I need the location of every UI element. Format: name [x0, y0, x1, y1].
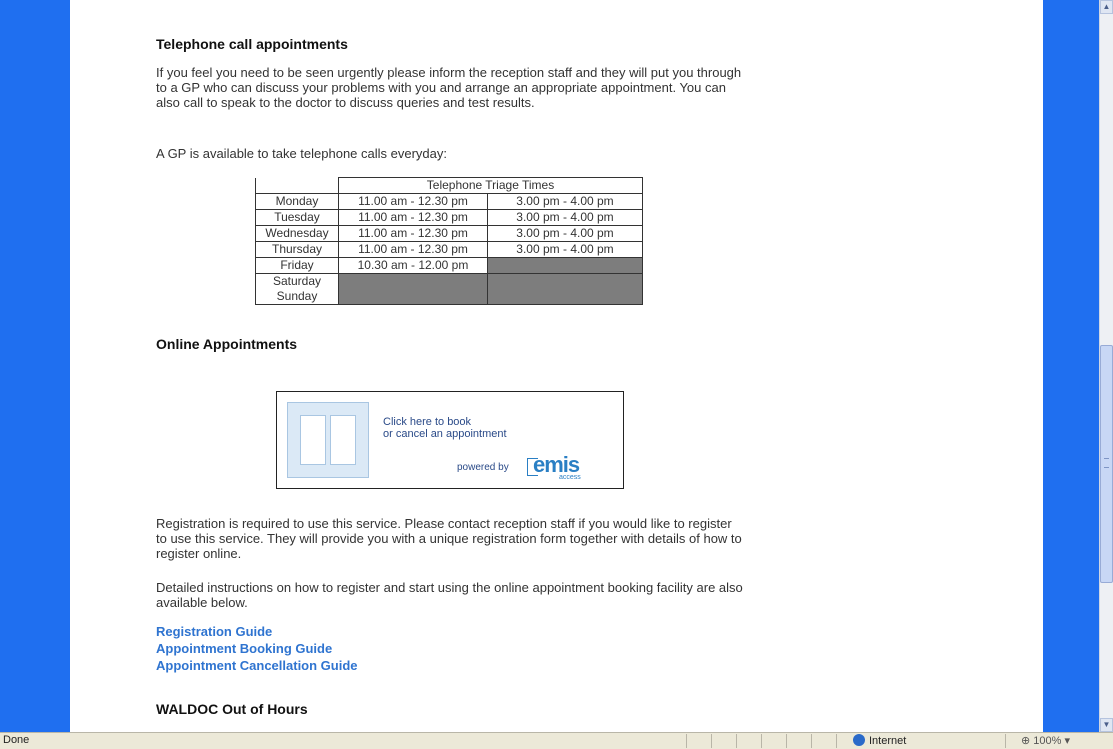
table-row-weekend: Saturday Sunday	[255, 273, 643, 305]
appointment-cancellation-guide-link[interactable]: Appointment Cancellation Guide	[156, 657, 358, 674]
globe-icon	[853, 734, 865, 746]
emis-logo-subtitle: access	[559, 474, 581, 481]
security-zone: Internet	[853, 734, 906, 747]
registration-guide-link[interactable]: Registration Guide	[156, 623, 272, 640]
pm-time-cell: 3.00 pm - 4.00 pm	[487, 225, 643, 242]
am-time-cell: 10.30 am - 12.00 pm	[338, 257, 488, 274]
table-row: Tuesday 11.00 am - 12.30 pm 3.00 pm - 4.…	[255, 209, 643, 226]
scroll-thumb[interactable]	[1100, 345, 1113, 583]
appointment-booking-guide-link[interactable]: Appointment Booking Guide	[156, 640, 332, 657]
table-row: Monday 11.00 am - 12.30 pm 3.00 pm - 4.0…	[255, 193, 643, 210]
day-cell: Thursday	[255, 241, 339, 258]
am-time-cell: 11.00 am - 12.30 pm	[338, 225, 488, 242]
table-row: Thursday 11.00 am - 12.30 pm 3.00 pm - 4…	[255, 241, 643, 258]
status-bar: Done Internet ⊕ 100% ▾	[0, 732, 1113, 749]
pm-time-cell-closed	[487, 257, 643, 274]
day-cell: Monday	[255, 193, 339, 210]
zoom-control[interactable]: ⊕ 100% ▾	[1021, 734, 1070, 747]
pm-time-cell: 3.00 pm - 4.00 pm	[487, 209, 643, 226]
scroll-down-arrow-icon[interactable]: ▼	[1100, 718, 1113, 732]
pm-time-cell: 3.00 pm - 4.00 pm	[487, 241, 643, 258]
telephone-appointments-heading: Telephone call appointments	[156, 36, 348, 52]
vertical-scrollbar[interactable]: ▲ ▼	[1099, 0, 1113, 732]
right-page-margin	[1043, 0, 1099, 732]
book-icon	[287, 402, 369, 478]
banner-text: Click here to book or cancel an appointm…	[383, 416, 507, 440]
waldoc-heading: WALDOC Out of Hours	[156, 701, 308, 717]
online-appointments-heading: Online Appointments	[156, 336, 298, 352]
grip-icon	[1104, 458, 1109, 468]
banner-line-2: or cancel an appointment	[383, 428, 507, 440]
day-cell: Wednesday	[255, 225, 339, 242]
table-corner-cell	[255, 177, 339, 194]
table-row: Wednesday 11.00 am - 12.30 pm 3.00 pm - …	[255, 225, 643, 242]
emis-booking-banner[interactable]: Click here to book or cancel an appointm…	[276, 391, 624, 489]
day-cell: Tuesday	[255, 209, 339, 226]
am-time-cell: 11.00 am - 12.30 pm	[338, 193, 488, 210]
pm-time-cell: 3.00 pm - 4.00 pm	[487, 193, 643, 210]
table-row: Friday 10.30 am - 12.00 pm	[255, 257, 643, 274]
day-cell: Friday	[255, 257, 339, 274]
banner-line-1: Click here to book	[383, 416, 472, 428]
status-text: Done	[3, 734, 30, 746]
saturday-label: Saturday	[272, 274, 322, 288]
telephone-appointments-text: If you feel you need to be seen urgently…	[156, 65, 742, 110]
table-header-row: Telephone Triage Times	[255, 177, 643, 194]
am-time-cell: 11.00 am - 12.30 pm	[338, 209, 488, 226]
instructions-text: Detailed instructions on how to register…	[156, 580, 743, 610]
zone-label: Internet	[869, 735, 907, 747]
registration-text: Registration is required to use this ser…	[156, 516, 742, 561]
am-time-cell: 11.00 am - 12.30 pm	[338, 241, 488, 258]
weekend-day-cell: Saturday Sunday	[255, 273, 339, 305]
powered-by-text: powered by	[457, 462, 509, 473]
weekend-pm-closed	[487, 273, 643, 305]
triage-header: Telephone Triage Times	[338, 177, 643, 194]
zoom-level: 100%	[1033, 735, 1062, 747]
sunday-label: Sunday	[276, 289, 318, 303]
scroll-up-arrow-icon[interactable]: ▲	[1100, 0, 1113, 14]
triage-times-table: Telephone Triage Times Monday 11.00 am -…	[255, 177, 643, 305]
left-page-margin	[0, 0, 70, 732]
weekend-am-closed	[338, 273, 488, 305]
gp-availability-text: A GP is available to take telephone call…	[156, 146, 447, 161]
